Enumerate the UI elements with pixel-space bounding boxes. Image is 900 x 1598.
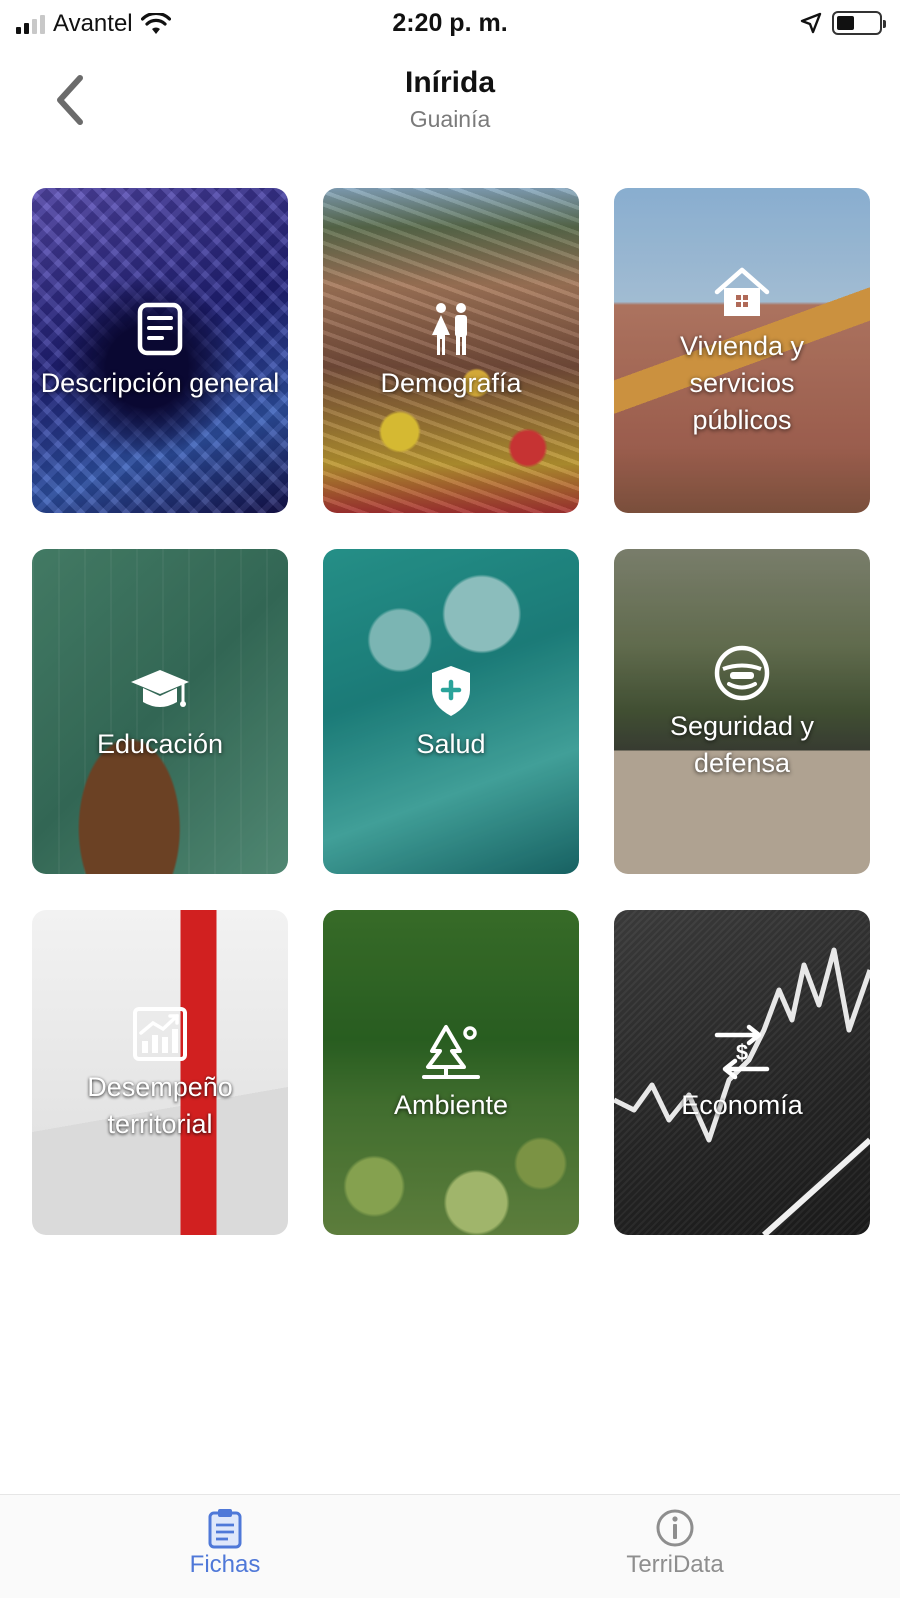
card-label: Desempeño territorial [87, 1071, 233, 1139]
bar-chart-icon [133, 1006, 187, 1061]
graduation-cap-icon [131, 670, 189, 707]
house-icon [714, 267, 770, 316]
card-label: Salud [416, 729, 486, 759]
tab-terridata[interactable]: TerriData [595, 1507, 755, 1579]
document-icon [137, 302, 183, 356]
card-label: Ambiente [393, 1090, 509, 1120]
card-seguridad-defensa[interactable]: Seguridad y defensa [614, 549, 870, 874]
info-icon [656, 1509, 694, 1547]
card-label: Economía [681, 1090, 803, 1120]
tree-icon [421, 1025, 480, 1079]
card-vivienda[interactable]: Vivienda y servicios públicos [614, 188, 870, 513]
status-bar: Avantel 2:20 p. m. [0, 0, 900, 48]
tab-bar: Fichas TerriData [0, 1494, 900, 1598]
card-label: Educación [96, 729, 224, 759]
page-title: Inírida [404, 66, 495, 99]
card-label: Demografía [380, 368, 522, 398]
tab-fichas[interactable]: Fichas [145, 1507, 305, 1579]
card-desempeno-territorial[interactable]: Desempeño territorial [32, 910, 288, 1235]
card-salud[interactable]: Salud [323, 549, 579, 874]
health-shield-icon [432, 666, 470, 716]
card-ambiente[interactable]: Ambiente [323, 910, 579, 1235]
card-label: Descripción general [40, 368, 280, 398]
category-grid: Descripción general Demografía Vivienda … [32, 188, 872, 1235]
card-educacion[interactable]: Educación [32, 549, 288, 874]
battery-icon [832, 11, 886, 35]
card-descripcion-general[interactable]: Descripción general [32, 188, 288, 513]
page-subtitle: Guainía [409, 106, 491, 132]
card-economia[interactable]: $ Economía [614, 910, 870, 1235]
status-time: 2:20 p. m. [392, 9, 508, 37]
tab-label: TerriData [626, 1551, 724, 1578]
card-label: Seguridad y defensa [669, 710, 815, 778]
security-badge-icon [714, 645, 770, 700]
card-label: Vivienda y servicios públicos [679, 331, 805, 435]
currency-exchange-icon: $ [714, 1024, 770, 1080]
nav-header: Inírida Guainía [0, 52, 900, 142]
card-demografia[interactable]: Demografía [323, 188, 579, 513]
location-arrow-icon [800, 12, 822, 34]
status-right [800, 11, 886, 35]
svg-text:$: $ [736, 1040, 748, 1065]
people-icon [431, 303, 467, 355]
clipboard-icon [208, 1509, 242, 1549]
tab-label: Fichas [189, 1551, 261, 1578]
